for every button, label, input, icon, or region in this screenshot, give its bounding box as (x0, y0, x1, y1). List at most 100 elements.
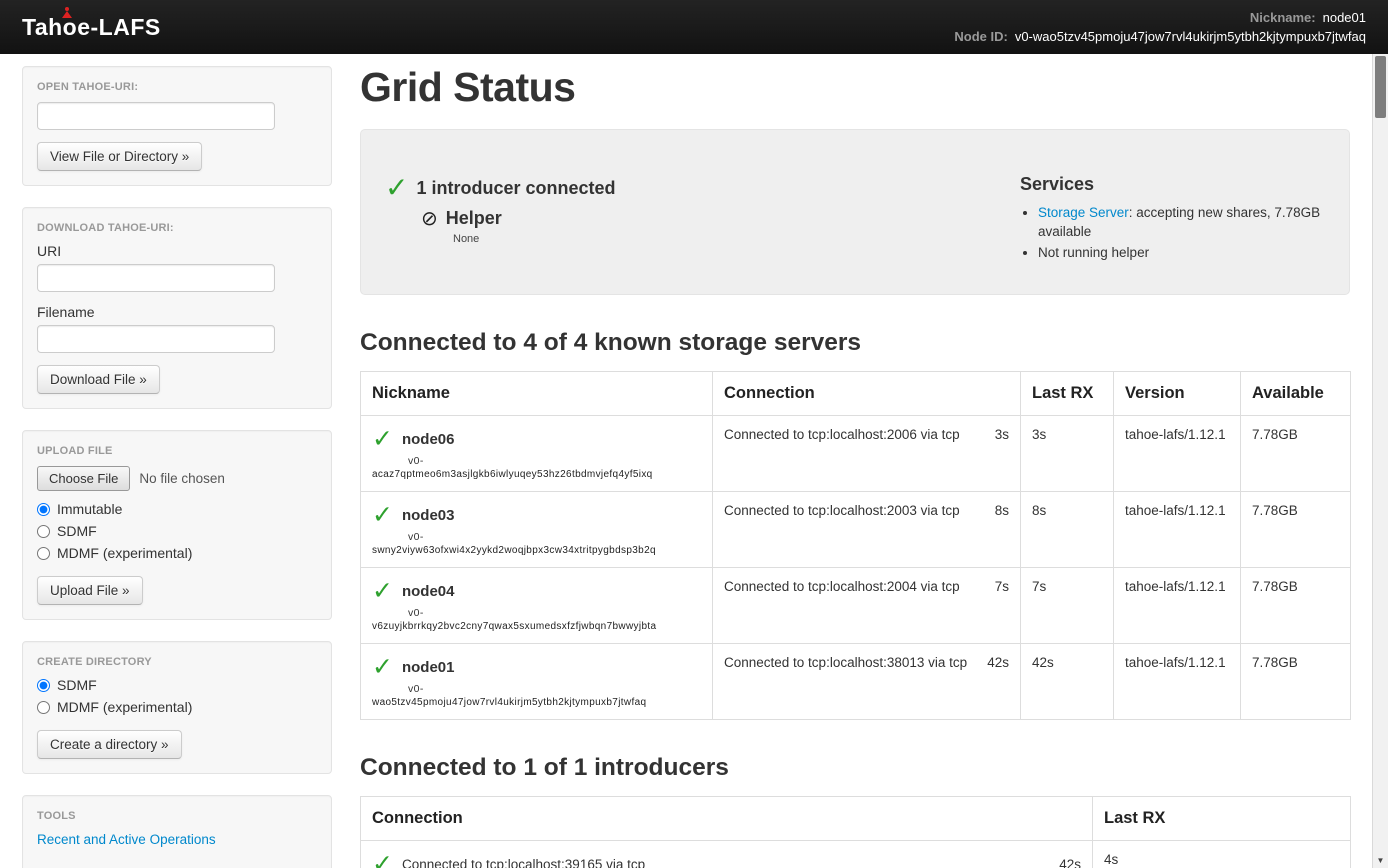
sidebar: OPEN TAHOE-URI: View File or Directory »… (22, 66, 332, 868)
nickname-value: node01 (1323, 10, 1366, 25)
download-label: DOWNLOAD TAHOE-URI: (37, 222, 317, 234)
choose-file-button[interactable]: Choose File (37, 466, 130, 491)
page-title: Grid Status (360, 64, 1350, 111)
create-directory-label: CREATE DIRECTORY (37, 656, 317, 668)
column-header-available: Available (1241, 372, 1351, 416)
server-available: 7.78GB (1241, 492, 1351, 568)
node-id-value: v0-wao5tzv45pmoju47jow7rvl4ukirjm5ytbh2k… (1015, 29, 1366, 44)
nickname-label: Nickname: (1250, 10, 1316, 25)
server-nickname: node03 (402, 507, 455, 524)
radio-mdmf-input[interactable] (37, 547, 50, 560)
radio-immutable-label: Immutable (57, 501, 122, 517)
no-file-chosen-text: No file chosen (139, 471, 225, 486)
open-uri-label: OPEN TAHOE-URI: (37, 81, 317, 93)
services-title: Services (1020, 174, 1325, 195)
logo-text: Tahoe-LAFS (22, 14, 161, 40)
server-id-hash: v6zuyjkbrrkqy2bvc2cny7qwax5sxumedsxfzfjw… (372, 621, 701, 632)
status-summary: ✓ 1 introducer connected ⊘ Helper None (385, 174, 616, 264)
service-item-helper: Not running helper (1038, 243, 1325, 262)
connection-text: Connected to tcp:localhost:2003 via tcp (724, 503, 960, 518)
open-uri-input[interactable] (37, 102, 275, 130)
column-header-last-rx: Last RX (1021, 372, 1114, 416)
connection-text: Connected to tcp:localhost:39165 via tcp (402, 857, 1051, 868)
download-filename-field-label: Filename (37, 304, 317, 320)
introducer-status: 1 introducer connected (416, 178, 615, 199)
server-id-prefix: v0- (408, 455, 701, 467)
check-icon: ✓ (372, 655, 393, 680)
server-id-hash: wao5tzv45pmoju47jow7rvl4ukirjm5ytbh2kjty… (372, 697, 701, 708)
radio-dir-mdmf[interactable]: MDMF (experimental) (37, 699, 317, 715)
scroll-down-icon[interactable]: ▼ (1373, 852, 1388, 868)
create-directory-button[interactable]: Create a directory » (37, 730, 182, 759)
server-row: ✓ node04 v0- v6zuyjkbrrkqy2bvc2cny7qwax5… (361, 568, 1351, 644)
server-id-hash: swny2viyw63ofxwi4x2yykd2woqjbpx3cw34xtri… (372, 545, 701, 556)
create-directory-panel: CREATE DIRECTORY SDMF MDMF (experimental… (22, 641, 332, 774)
recent-operations-link[interactable]: Recent and Active Operations (37, 832, 216, 847)
server-available: 7.78GB (1241, 568, 1351, 644)
last-rx: 4s (1093, 841, 1351, 868)
radio-sdmf-input[interactable] (37, 525, 50, 538)
radio-mdmf-label: MDMF (experimental) (57, 545, 192, 561)
topbar: Tahoe-LAFS Nickname: node01 Node ID: v0-wa… (0, 0, 1388, 54)
radio-immutable-input[interactable] (37, 503, 50, 516)
server-version: tahoe-lafs/1.12.1 (1114, 492, 1241, 568)
radio-dir-mdmf-label: MDMF (experimental) (57, 699, 192, 715)
server-row: ✓ node06 v0- acaz7qptmeo6m3asjlgkb6iwlyu… (361, 416, 1351, 492)
radio-dir-sdmf-input[interactable] (37, 679, 50, 692)
server-id-prefix: v0- (408, 607, 701, 619)
connection-text: Connected to tcp:localhost:38013 via tcp (724, 655, 967, 670)
server-available: 7.78GB (1241, 644, 1351, 720)
introducers-heading: Connected to 1 of 1 introducers (360, 754, 1350, 782)
server-nickname: node01 (402, 659, 455, 676)
radio-dir-sdmf[interactable]: SDMF (37, 677, 317, 693)
last-rx: 3s (1021, 416, 1114, 492)
server-version: tahoe-lafs/1.12.1 (1114, 416, 1241, 492)
servers-heading: Connected to 4 of 4 known storage server… (360, 329, 1350, 357)
tahoe-lafs-logo[interactable]: Tahoe-LAFS (22, 14, 161, 41)
helper-status: Helper (446, 208, 502, 229)
radio-dir-sdmf-label: SDMF (57, 677, 97, 693)
server-id-hash: acaz7qptmeo6m3asjlgkb6iwlyuqey53hz26tbdm… (372, 469, 701, 480)
radio-sdmf[interactable]: SDMF (37, 523, 317, 539)
check-icon: ✓ (372, 503, 393, 528)
last-rx: 42s (1021, 644, 1114, 720)
download-uri-field-label: URI (37, 243, 317, 259)
introducer-row: ✓ Connected to tcp:localhost:39165 via t… (361, 841, 1351, 868)
node-info: Nickname: node01 Node ID: v0-wao5tzv45pmoj… (954, 8, 1366, 46)
main-content: Grid Status ✓ 1 introducer connected ⊘ H… (360, 54, 1350, 868)
download-uri-input[interactable] (37, 264, 275, 292)
scrollbar-thumb[interactable] (1375, 56, 1386, 118)
check-icon: ✓ (372, 427, 393, 452)
check-icon: ✓ (372, 579, 393, 604)
column-header-last-rx: Last RX (1093, 797, 1351, 841)
connection-text: Connected to tcp:localhost:2006 via tcp (724, 427, 960, 442)
column-header-nickname: Nickname (361, 372, 713, 416)
server-id-prefix: v0- (408, 683, 701, 695)
helper-detail: None (453, 233, 616, 245)
status-well: ✓ 1 introducer connected ⊘ Helper None S… (360, 129, 1350, 295)
node-id-label: Node ID: (954, 29, 1007, 44)
scrollbar[interactable]: ▼ (1372, 54, 1388, 868)
no-helper-icon: ⊘ (421, 209, 438, 229)
storage-server-link[interactable]: Storage Server (1038, 205, 1129, 220)
upload-label: UPLOAD FILE (37, 445, 317, 457)
connection-age: 42s (1059, 857, 1081, 868)
logo-figure-icon (62, 7, 72, 18)
radio-mdmf[interactable]: MDMF (experimental) (37, 545, 317, 561)
tools-panel: TOOLS Recent and Active Operations (22, 795, 332, 868)
view-file-button[interactable]: View File or Directory » (37, 142, 202, 171)
connection-text: Connected to tcp:localhost:2004 via tcp (724, 579, 960, 594)
services-block: Services Storage Server: accepting new s… (1020, 174, 1325, 264)
radio-sdmf-label: SDMF (57, 523, 97, 539)
download-file-button[interactable]: Download File » (37, 365, 160, 394)
connection-age: 8s (995, 503, 1009, 518)
download-filename-input[interactable] (37, 325, 275, 353)
upload-file-button[interactable]: Upload File » (37, 576, 143, 605)
connection-age: 3s (995, 427, 1009, 442)
server-version: tahoe-lafs/1.12.1 (1114, 568, 1241, 644)
server-version: tahoe-lafs/1.12.1 (1114, 644, 1241, 720)
connection-age: 42s (987, 655, 1009, 670)
column-header-connection: Connection (361, 797, 1093, 841)
radio-immutable[interactable]: Immutable (37, 501, 317, 517)
radio-dir-mdmf-input[interactable] (37, 701, 50, 714)
